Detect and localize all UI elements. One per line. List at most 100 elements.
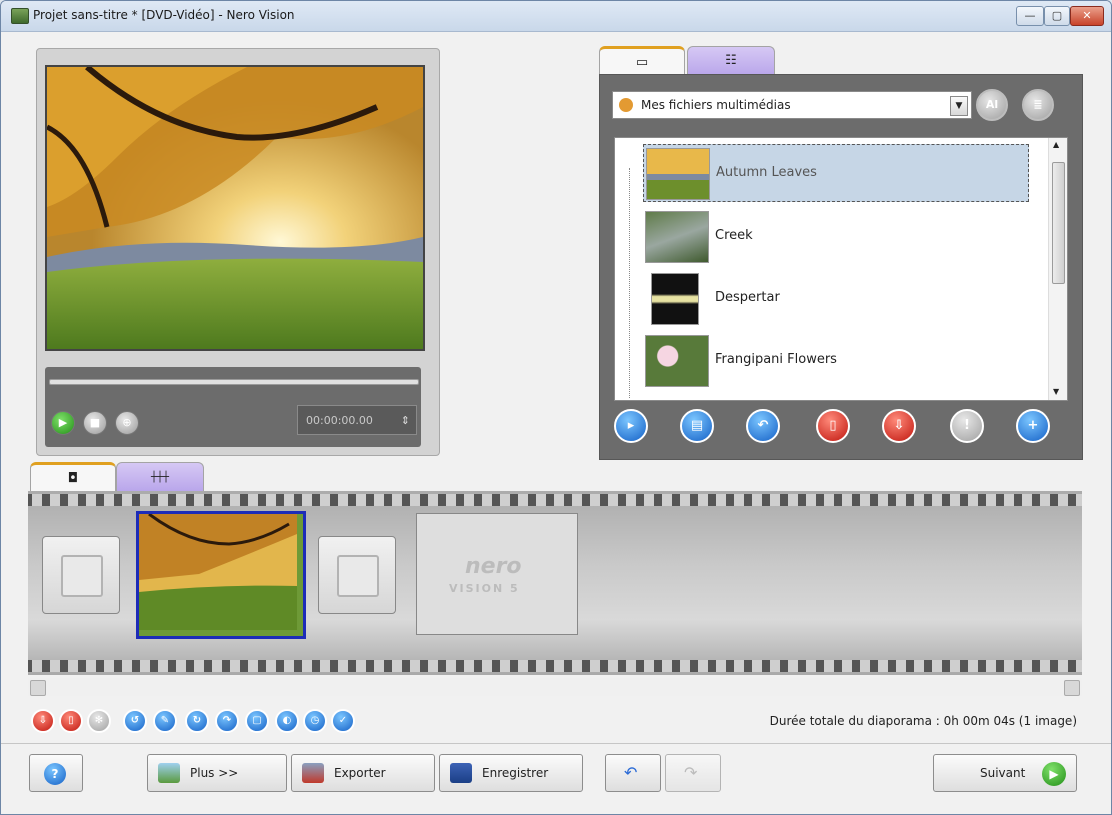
user-icon [619,98,633,112]
slideshow-duration-status: Durée totale du diaporama : 0h 00m 04s (… [769,714,1077,728]
timecode-value: 00:00:00.00 [306,414,373,427]
next-button-label: Suivant [980,766,1026,780]
more-button-label: Plus >> [190,766,239,780]
redo-button[interactable]: ↷ [215,709,239,733]
crop-button[interactable]: ▢ [245,709,269,733]
remove-slide-button[interactable]: ⇩ [31,709,55,733]
more-button[interactable]: Plus >> [147,754,287,792]
film-perforation-top [28,494,1082,506]
export-icon [302,763,324,783]
camera-icon: ◘ [67,471,79,486]
apply-button[interactable]: ✓ [331,709,355,733]
vision-logo-text: VISION 5 [449,582,520,595]
playback-controls: ▶ ■ ⊕ 00:00:00.00 ⇕ [45,367,421,447]
export-button[interactable]: Exporter [291,754,435,792]
list-item[interactable]: Despertar [643,270,1029,328]
media-list: Autumn Leaves Creek Despertar Frangipani… [614,137,1068,401]
fullscreen-button[interactable]: ⊕ [115,411,139,435]
help-icon: ? [44,763,66,785]
undo-button[interactable]: ↶ [605,754,661,792]
filmstrip-scrollbar[interactable] [28,678,1082,696]
filmstrip-icon: ▭ [635,55,649,70]
media-source-dropdown[interactable]: Mes fichiers multimédias ▼ [612,91,972,119]
sort-alpha-button[interactable]: Al [976,89,1008,121]
save-button-label: Enregistrer [482,766,549,780]
library-body: Mes fichiers multimédias ▼ Al ≣ Autumn L… [599,74,1083,460]
close-button[interactable]: ✕ [1070,6,1104,26]
tab-timeline[interactable]: ┼┼┼ [116,462,204,493]
rotate-left-button[interactable]: ↺ [123,709,147,733]
chevron-down-icon[interactable]: ▼ [950,96,968,116]
list-item[interactable]: Creek [643,208,1029,266]
window-title: Projet sans-titre * [DVD-Vidéo] - Nero V… [33,8,295,22]
preview-panel: ▶ ■ ⊕ 00:00:00.00 ⇕ [36,48,440,456]
photo-icon [158,763,180,783]
play-button[interactable]: ▶ [51,411,75,435]
next-button[interactable]: Suivant ▶ [933,754,1077,792]
thumbnail-image [651,273,699,325]
info-button[interactable]: ! [950,409,984,443]
zoom-button[interactable]: ◐ [275,709,299,733]
export-button-label: Exporter [334,766,386,780]
tab-media-details[interactable]: ☷ [687,46,775,77]
film-perforation-bottom [28,660,1082,672]
media-library-panel: ▭ ☷ Mes fichiers multimédias ▼ Al ≣ Autu… [599,46,1083,460]
autumn-scene-thumbnail [139,514,297,630]
transition-slot[interactable] [42,536,120,614]
minimize-button[interactable]: — [1016,6,1044,26]
scroll-thumb[interactable] [1052,162,1065,284]
list-item[interactable]: Frangipani Flowers [643,332,1029,390]
autumn-scene-image [47,67,423,349]
preview-image [45,65,425,351]
item-label: Despertar [715,290,780,305]
refresh-button[interactable]: ↶ [746,409,780,443]
floppy-disk-icon [450,763,472,783]
play-media-button[interactable]: ▸ [614,409,648,443]
transition-icon [337,555,379,597]
title-bar: Projet sans-titre * [DVD-Vidéo] - Nero V… [1,1,1111,32]
seek-bar[interactable] [49,379,419,385]
tree-line [629,168,631,398]
timeline-icon: ┼┼┼ [150,472,170,483]
detail-view-icon: ☷ [725,53,737,68]
timecode-display[interactable]: 00:00:00.00 ⇕ [297,405,417,435]
stop-button[interactable]: ■ [83,411,107,435]
scroll-left-icon[interactable] [30,680,46,696]
list-scrollbar[interactable]: ▲ ▼ [1048,138,1067,400]
media-source-value: Mes fichiers multimédias [641,98,791,112]
rotate-button[interactable]: ↻ [185,709,209,733]
remove-button[interactable]: ⇩ [882,409,916,443]
scroll-up-icon[interactable]: ▲ [1053,140,1059,149]
maximize-button[interactable]: ▢ [1044,6,1070,26]
scroll-right-icon[interactable] [1064,680,1080,696]
spinner-icon[interactable]: ⇕ [401,406,410,436]
redo-button-disabled[interactable]: ↷ [665,754,721,792]
app-icon [11,8,29,24]
scroll-down-icon[interactable]: ▼ [1053,387,1059,396]
transition-icon [61,555,103,597]
thumbnail-image [645,335,709,387]
list-item[interactable]: Autumn Leaves [643,144,1029,202]
redo-icon: ↷ [684,763,698,782]
slide-thumbnail-selected[interactable] [136,511,306,639]
add-media-button[interactable]: + [1016,409,1050,443]
settings-gear-icon[interactable]: ✻ [87,709,111,733]
transition-slot[interactable] [318,536,396,614]
nero-logo-text: nero [465,554,522,579]
nero-vision-placeholder: nero VISION 5 [416,513,578,635]
save-button[interactable]: Enregistrer [439,754,583,792]
delete-file-button[interactable]: ▯ [816,409,850,443]
thumbnail-image [646,148,710,200]
duration-button[interactable]: ◷ [303,709,327,733]
app-window: Projet sans-titre * [DVD-Vidéo] - Nero V… [0,0,1112,815]
undo-icon: ↶ [624,763,638,782]
thumbnail-image [645,211,709,263]
item-label: Autumn Leaves [716,165,817,180]
import-button[interactable]: ▤ [680,409,714,443]
help-button[interactable]: ? [29,754,83,792]
sort-option-button[interactable]: ≣ [1022,89,1054,121]
edit-button[interactable]: ✎ [153,709,177,733]
item-label: Creek [715,228,753,243]
bottom-toolbar: ? Plus >> Exporter Enregistrer ↶ ↷ Suiva… [1,743,1111,814]
delete-slide-button[interactable]: ▯ [59,709,83,733]
